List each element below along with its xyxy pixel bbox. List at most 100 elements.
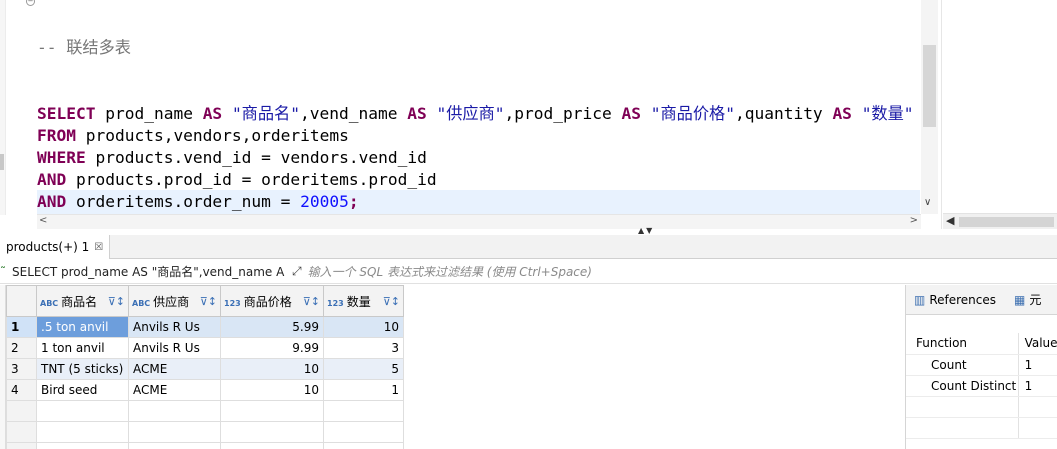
tab-metadata[interactable]: ▦ 元 [1014,291,1041,308]
side-panel-scroll-thumb[interactable] [959,217,1054,227]
table-cell[interactable]: 10 [220,379,324,401]
empty-row [6,400,404,422]
table-row[interactable]: 1 .5 ton anvil Anvils R Us 5.99 10 [6,316,404,338]
editor-vertical-scroll-thumb[interactable] [923,45,936,127]
filter-sort-icon[interactable]: ⊽↕ [200,295,217,308]
filter-input[interactable]: 输入一个 SQL 表达式来过滤结果 (使用 Ctrl+Space) [308,263,592,280]
column-header[interactable]: ABC 供应商 ⊽↕ [128,285,221,317]
table-row[interactable]: 4 Bird seed ACME 10 1 [6,379,404,401]
sql-keyword: FROM [37,126,76,145]
scroll-left-arrow-icon[interactable]: < [39,215,47,226]
table-cell[interactable]: 1 ton anvil [36,337,129,359]
text-type-icon: ABC [40,298,59,308]
empty-cell [128,421,221,443]
results-table[interactable]: ABC 商品名 ⊽↕ ABC 供应商 ⊽↕ 123 商品价格 ⊽↕ 123 数量… [6,285,404,449]
calc-row[interactable]: Count 1 [906,354,1057,376]
scroll-down-arrow-icon[interactable]: ∨ [924,197,931,208]
calc-table[interactable]: Function Value Count 1 Count Distinct 1 [906,333,1057,439]
row-number[interactable]: 1 [6,316,37,338]
sql-keyword: AS [407,104,427,123]
function-name: Count Distinct [906,375,1019,397]
row-number [6,421,37,443]
maximize-toggle-icon[interactable]: ▲▼ [638,226,654,235]
empty-row [6,442,404,449]
sql-line[interactable]: AND orderitems.order_num = 20005; [37,191,914,213]
table-row[interactable]: 3 TNT (5 sticks) ACME 10 5 [6,358,404,380]
bar-chart-icon: ▥ [914,292,926,307]
filter-sort-icon[interactable]: ⊽↕ [108,295,125,308]
number-type-icon: 123 [327,298,344,308]
number-type-icon: 123 [224,298,241,308]
gutter-marker [0,154,4,170]
table-cell[interactable]: ACME [128,379,221,401]
table-cell[interactable]: 9.99 [220,337,324,359]
tab-references[interactable]: ▥ References [914,293,996,307]
sql-editor[interactable]: − -- 联结多表 SELECT prod_name AS "商品名",vend… [0,0,942,229]
table-cell[interactable]: Anvils R Us [128,316,221,338]
function-header: Function [906,333,1019,355]
table-cell[interactable]: ACME [128,358,221,380]
query-arrow-icon: ˜ [0,264,6,279]
table-cell[interactable]: 1 [323,379,404,401]
sql-token: orderitems.order_num = [66,192,301,211]
column-header[interactable]: 123 商品价格 ⊽↕ [220,285,324,317]
row-number[interactable]: 2 [6,337,37,359]
table-cell[interactable]: 5.99 [220,316,324,338]
empty-cell [906,396,1019,418]
empty-row [6,421,404,443]
side-panel-scrollbar[interactable]: ◀ [943,213,1057,229]
header-row: ABC 商品名 ⊽↕ ABC 供应商 ⊽↕ 123 商品价格 ⊽↕ 123 数量… [6,285,404,317]
row-number[interactable]: 4 [6,379,37,401]
sql-keyword: AS [621,104,641,123]
table-cell[interactable]: .5 ton anvil [36,316,129,338]
sql-line[interactable]: SELECT prod_name AS "商品名",vend_name AS "… [37,103,914,125]
sql-keyword: AS [202,104,223,123]
sql-code[interactable]: -- 联结多表 SELECT prod_name AS "商品名",vend_n… [37,0,914,213]
results-grid[interactable]: ABC 商品名 ⊽↕ ABC 供应商 ⊽↕ 123 商品价格 ⊽↕ 123 数量… [0,285,905,449]
column-header[interactable]: ABC 商品名 ⊽↕ [36,285,129,317]
calc-row[interactable]: Count Distinct 1 [906,375,1057,397]
empty-cell [220,442,324,449]
table-cell[interactable]: 10 [323,316,404,338]
scroll-right-arrow-icon[interactable]: > [910,215,918,226]
fold-collapse-icon[interactable]: − [26,0,35,6]
calc-header-row: Function Value [906,333,1057,355]
sql-keyword: SELECT [37,104,96,123]
empty-cell [1017,396,1057,418]
sql-number: 20005 [300,192,349,211]
sql-line[interactable]: WHERE products.vend_id = vendors.vend_id [37,147,914,169]
sql-line[interactable]: AND products.prod_id = orderitems.prod_i… [37,169,914,191]
scroll-left-arrow-icon[interactable]: ◀ [946,214,954,227]
table-cell[interactable]: 5 [323,358,404,380]
column-header[interactable]: 123 数量 ⊽↕ [323,285,404,317]
table-row[interactable]: 2 1 ton anvil Anvils R Us 9.99 3 [6,337,404,359]
filter-sort-icon[interactable]: ⊽↕ [303,295,320,308]
function-name: Count [906,354,1019,376]
text-type-icon: ABC [132,298,151,308]
sql-line[interactable]: FROM products,vendors,orderitems [37,125,914,147]
references-panel: ▥ References ▦ 元 Function Value Count 1 … [905,285,1057,449]
tab-metadata-label: 元 [1029,293,1042,307]
table-cell[interactable]: 3 [323,337,404,359]
table-cell[interactable]: Anvils R Us [128,337,221,359]
table-cell[interactable]: 10 [220,358,324,380]
row-number[interactable]: 3 [6,358,37,380]
side-panel [943,0,1057,213]
table-cell[interactable]: Bird seed [36,379,129,401]
row-number-header [6,285,37,317]
close-icon[interactable]: ☒ [94,242,103,253]
expand-icon[interactable]: ⤢ [292,264,302,279]
empty-cell [220,400,324,422]
empty-cell [128,400,221,422]
table-cell[interactable]: TNT (5 sticks) [36,358,129,380]
empty-cell [323,421,404,443]
empty-cell [220,421,324,443]
sql-string: "商品价格" [650,104,735,123]
editor-vertical-scrollbar[interactable]: ∨ [921,0,938,214]
editor-horizontal-scrollbar[interactable]: < > [37,214,921,229]
tab-results[interactable]: products(+) 1 ☒ [0,235,111,259]
filter-sort-icon[interactable]: ⊽↕ [383,295,400,308]
